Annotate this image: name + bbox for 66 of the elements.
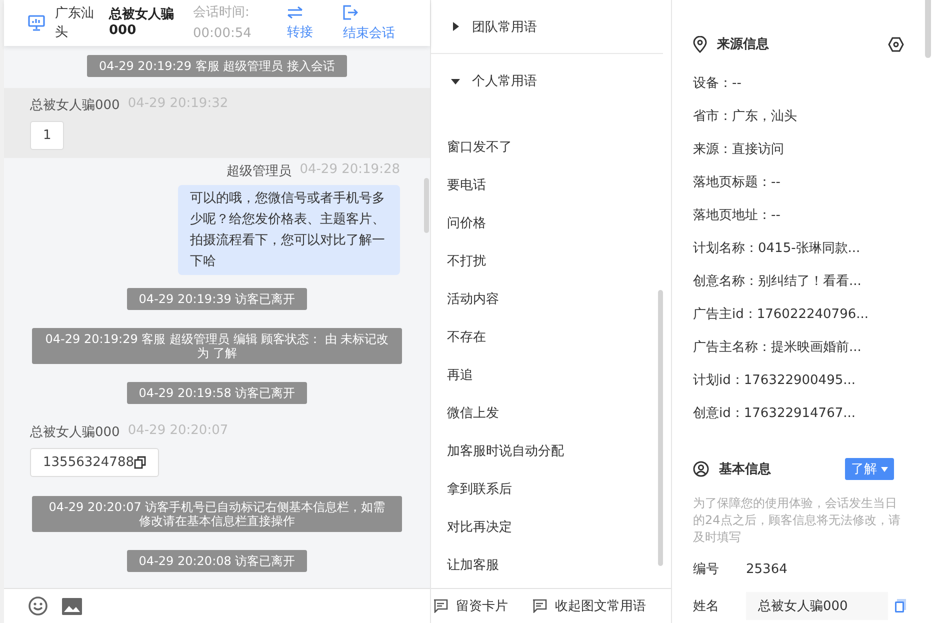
info-text: 创意id：176322914767...: [693, 404, 856, 422]
phrase-item[interactable]: 再追: [447, 356, 473, 394]
scrollbar-thumb[interactable]: [424, 178, 429, 233]
info-text: 落地页地址：--: [693, 206, 780, 224]
sender-name: 总被女人骗000: [30, 97, 120, 114]
emoji-icon[interactable]: [28, 596, 48, 616]
field-value: 25364: [746, 562, 788, 576]
sender-name: 总被女人骗000: [30, 424, 120, 441]
copy-icon[interactable]: [134, 456, 146, 469]
info-text: 省市：广东，汕头: [693, 108, 797, 124]
system-notice: 04-29 20:20:08 访客已离开: [126, 550, 308, 572]
scrollbar-thumb[interactable]: [658, 290, 663, 566]
info-note: 为了保障您的使用体验，会话发生当日的24点之后，顾客信息将无法修改，请及时填写: [693, 495, 902, 546]
info-text: 计划id：176322900495...: [693, 372, 856, 388]
visitor-name: 总被女人骗000: [109, 7, 175, 39]
info-text: 来源：直接访问: [693, 140, 784, 158]
phrase-item[interactable]: 让加客服: [447, 546, 499, 584]
visitor-message: 1: [30, 121, 64, 150]
monitor-icon: [28, 15, 45, 31]
info-text: 广告主id：176022240796...: [693, 306, 869, 322]
message-time: 04-29 20:19:28: [300, 162, 400, 179]
field-label: 编号: [693, 561, 720, 578]
info-text: 创意名称：别纠结了！看看...: [693, 272, 862, 290]
phrase-item[interactable]: 拿到联系后: [447, 470, 512, 508]
info-text: 计划名称：0415-张琳同款...: [693, 240, 860, 256]
swap-arrows-icon: [287, 6, 303, 18]
caret-down-icon: [881, 466, 888, 472]
image-icon[interactable]: [62, 598, 82, 614]
message-time: 04-29 20:20:07: [128, 423, 228, 440]
toolbar-button[interactable]: 收起图文常用语: [532, 597, 646, 615]
location-pin-icon: [693, 36, 707, 52]
phrase-group-header[interactable]: 团队常用语: [431, 0, 663, 54]
system-notice: 04-29 20:19:58 访客已离开: [126, 382, 308, 404]
phrase-item[interactable]: 要电话: [447, 166, 486, 204]
section-title: 基本信息: [719, 461, 772, 478]
settings-icon[interactable]: [888, 36, 904, 52]
visitor-message: 13556324788: [30, 448, 159, 477]
phrase-item[interactable]: 活动内容: [447, 280, 499, 318]
exit-icon: [343, 4, 358, 20]
phrase-item[interactable]: 不打扰: [447, 242, 486, 280]
info-text: 设备：--: [693, 74, 742, 92]
info-text: 广告主名称：提米映画婚前...: [693, 338, 862, 356]
phrase-item[interactable]: 窗口发不了: [447, 128, 512, 166]
agent-message: 可以的哦，您微信号或者手机号多少呢？给您发价格表、主题客片、拍摄流程看下，您可以对比了解一下哈: [178, 185, 400, 275]
phrase-item[interactable]: 加客服时说自动分配: [447, 432, 564, 470]
field-label: 姓名: [693, 598, 720, 615]
info-text: 落地页标题：--: [693, 174, 780, 190]
message-icon: [433, 599, 448, 613]
system-notice: 04-29 20:19:29 客服 超级管理员 编辑 顾客状态： 由 未标记改为 了解: [32, 328, 402, 364]
user-icon: [693, 461, 709, 477]
toolbar-button[interactable]: 留资卡片: [433, 597, 508, 615]
scrollbar-thumb[interactable]: [925, 0, 931, 58]
phrase-item[interactable]: 微信上发: [447, 394, 499, 432]
system-notice: 04-29 20:19:29 客服 超级管理员 接入会话: [86, 55, 348, 77]
visitor-location: 广东汕头: [55, 5, 95, 42]
session-timer: 会话时间: 00:00:54: [193, 4, 252, 43]
system-notice: 04-29 20:20:07 访客手机号已自动标记右侧基本信息栏，如需修改请在基本信息栏直接操作: [32, 496, 402, 532]
phrase-group-header[interactable]: 个人常用语: [431, 54, 671, 108]
sender-name: 超级管理员: [226, 163, 292, 180]
system-notice: 04-29 20:19:39 访客已离开: [126, 288, 308, 310]
name-input[interactable]: 总被女人骗000: [746, 592, 888, 620]
message-icon: [532, 599, 547, 613]
phrase-item[interactable]: 对比再决定: [447, 508, 512, 546]
phrase-item[interactable]: 问价格: [447, 204, 486, 242]
phrase-item[interactable]: 不存在: [447, 318, 486, 356]
section-title: 来源信息: [717, 36, 770, 53]
